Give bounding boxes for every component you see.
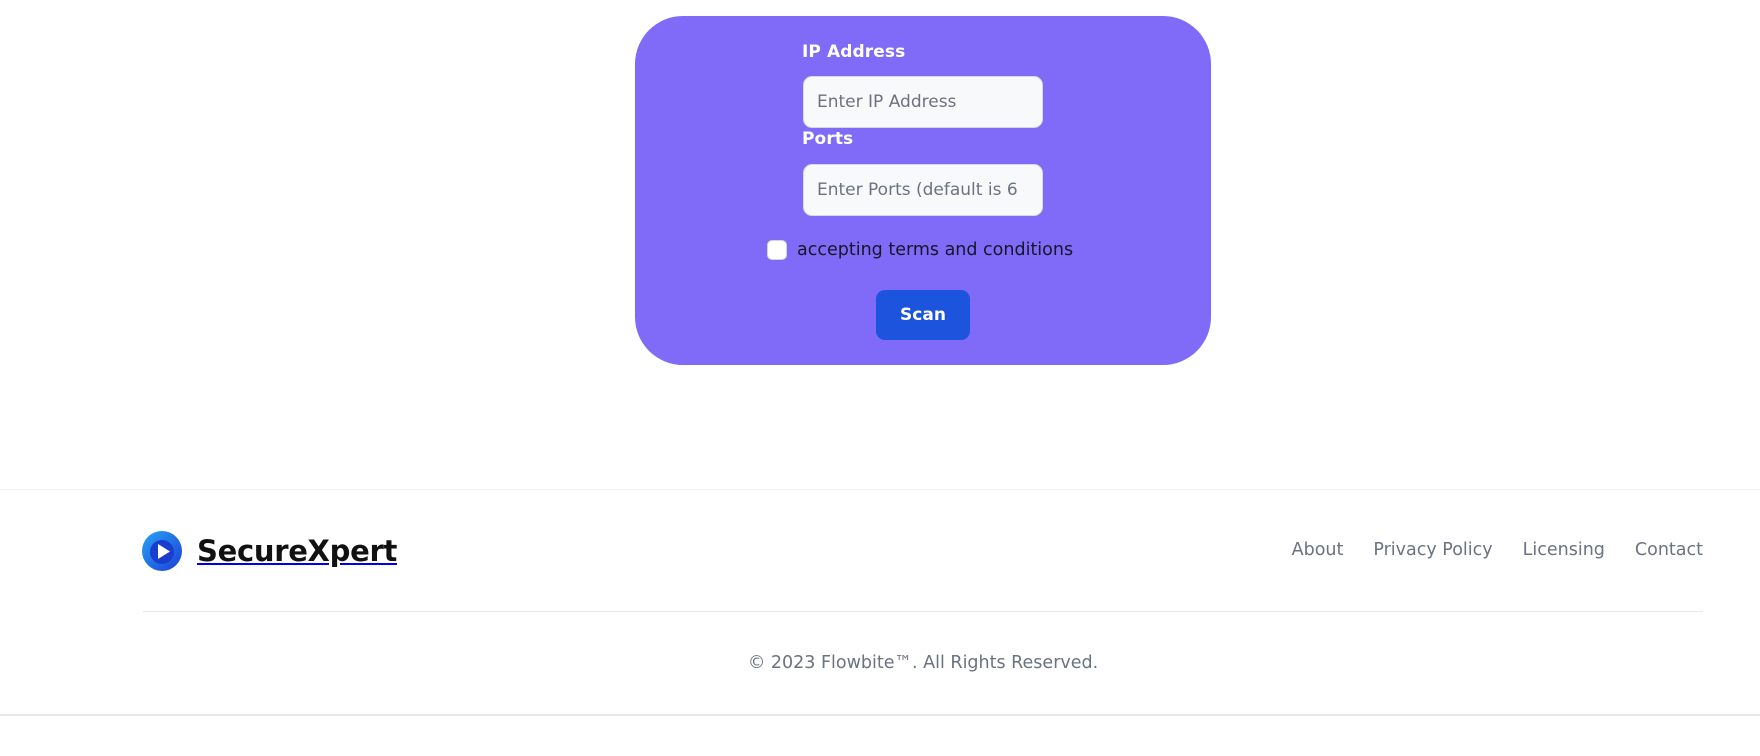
footer-link-about[interactable]: About (1292, 540, 1344, 560)
footer-link-licensing[interactable]: Licensing (1523, 540, 1605, 560)
footer-link-privacy-policy[interactable]: Privacy Policy (1373, 540, 1492, 560)
footer-link-contact[interactable]: Contact (1635, 540, 1703, 560)
terms-checkbox[interactable] (767, 240, 787, 260)
scan-form-card: IP Address Ports accepting terms and con… (635, 16, 1211, 365)
terms-row: accepting terms and conditions (767, 240, 1073, 260)
ip-address-label: IP Address (802, 42, 906, 62)
page: IP Address Ports accepting terms and con… (0, 0, 1760, 756)
scan-button[interactable]: Scan (876, 290, 970, 340)
ports-label: Ports (802, 129, 854, 149)
footer-nav: About Privacy Policy Licensing Contact (1262, 540, 1703, 560)
brand-name: SecureXpert (197, 534, 398, 568)
copyright-text: © 2023 Flowbite™. All Rights Reserved. (747, 653, 1099, 673)
footer-brand-link[interactable]: SecureXpert (142, 531, 397, 571)
ip-address-input[interactable] (803, 76, 1043, 128)
play-circle-logo-icon (142, 531, 182, 571)
ports-input[interactable] (803, 164, 1043, 216)
footer-divider (143, 611, 1703, 612)
terms-label[interactable]: accepting terms and conditions (797, 240, 1073, 260)
footer: SecureXpert About Privacy Policy Licensi… (0, 489, 1760, 716)
